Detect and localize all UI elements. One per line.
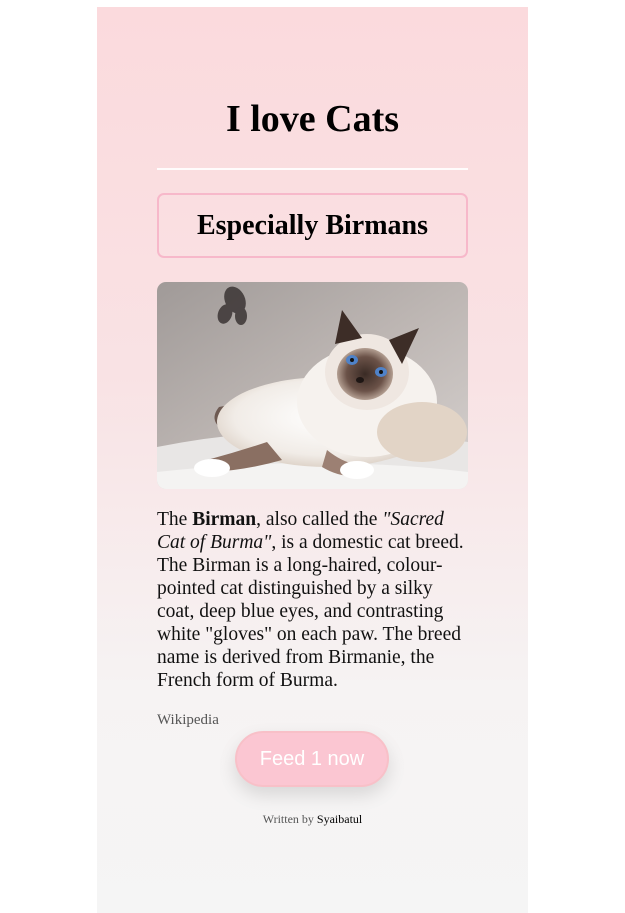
desc-text-1: The <box>157 509 193 530</box>
desc-text-2: , also called the <box>256 509 383 530</box>
page-subtitle: Especially Birmans <box>196 209 428 241</box>
title-divider <box>157 168 468 170</box>
breed-description: The Birman, also called the "Sacred Cat … <box>157 508 468 692</box>
breed-name: Birman <box>192 509 257 530</box>
page-card: I love Cats Especially Birmans The Birma… <box>97 7 528 913</box>
page-title: I love Cats <box>225 98 400 140</box>
desc-text-3: , is a domestic cat breed. The Birman is… <box>157 532 464 691</box>
feed-button[interactable]: Feed 1 now <box>235 731 389 787</box>
cat-photo <box>157 282 468 489</box>
footer-credit: Written by Syaibatul <box>97 812 528 827</box>
subtitle-box: Especially Birmans <box>157 193 468 258</box>
author-name: Syaibatul <box>316 812 363 826</box>
footer-prefix: Written by <box>262 812 317 826</box>
source-label: Wikipedia <box>157 712 219 728</box>
